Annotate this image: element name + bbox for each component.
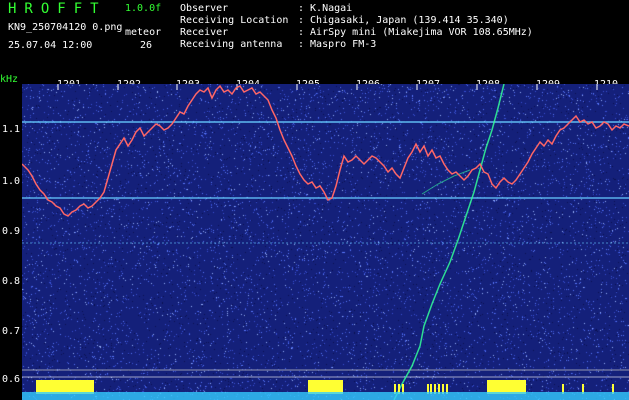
- spectrogram-plot: [22, 84, 629, 400]
- meteor-trail: [393, 84, 505, 400]
- spectrogram-overlay: [22, 84, 629, 400]
- spectrogram-window: HROFFT 1.0.0f KN9_250704120 0.png meteor…: [0, 0, 629, 400]
- freq-label: 1.1: [2, 124, 21, 135]
- echo-bar: [308, 380, 343, 394]
- antenna-label: Receiving antenna: [180, 39, 283, 50]
- location-value: : Chigasaki, Japan (139.414 35.340): [298, 15, 509, 26]
- freq-label: 0.6: [2, 374, 21, 385]
- datetime-label: 25.07.04 12:00: [8, 40, 93, 51]
- meteor-label: meteor: [125, 27, 162, 38]
- freq-unit-label: kHz: [0, 74, 19, 85]
- receiver-label: Receiver: [180, 27, 229, 38]
- freq-label: 0.7: [2, 326, 21, 337]
- freq-label: 0.9: [2, 226, 21, 237]
- baseline-strip: [22, 392, 629, 400]
- version-label: 1.0.0f: [125, 3, 162, 14]
- time-ticks: [57, 84, 598, 90]
- meteor-count: 26: [140, 40, 153, 51]
- freq-label: 1.0: [2, 176, 21, 187]
- echo-bars: [36, 380, 614, 394]
- echo-bar: [36, 380, 94, 394]
- observer-value: : K.Nagai: [298, 3, 353, 14]
- side-trail: [421, 169, 471, 195]
- freq-label: 0.8: [2, 276, 21, 287]
- filename-label: KN9_250704120 0.png: [8, 22, 123, 33]
- antenna-value: : Maspro FM-3: [298, 39, 377, 50]
- receiver-value: : AirSpy mini (Miakejima VOR 108.65MHz): [298, 27, 533, 38]
- app-title: HROFFT: [8, 1, 107, 17]
- echo-bar: [487, 380, 526, 394]
- doppler-trace: [22, 84, 629, 217]
- observer-label: Observer: [180, 3, 229, 14]
- location-label: Receiving Location: [180, 15, 289, 26]
